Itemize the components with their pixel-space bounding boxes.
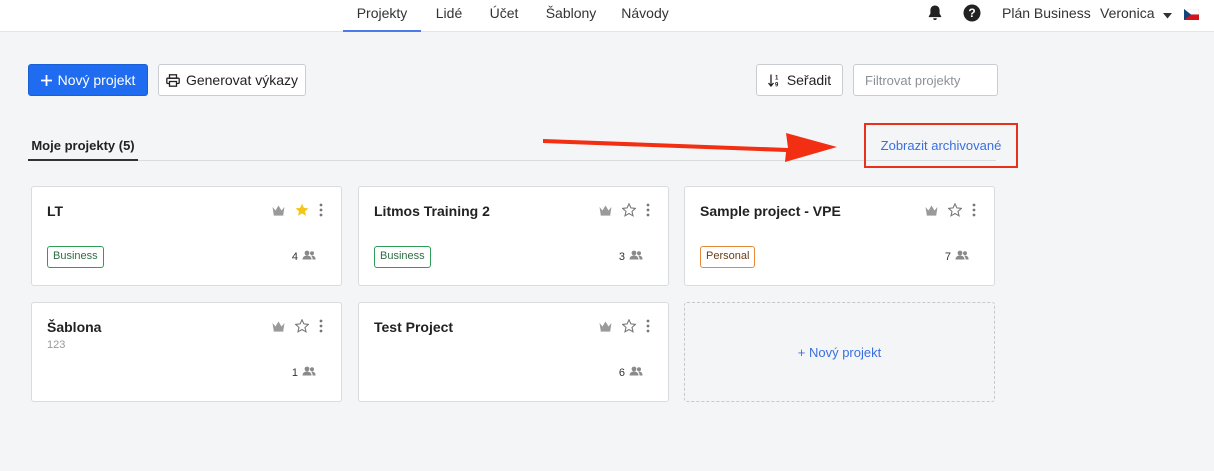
more-vertical-icon[interactable]	[972, 203, 976, 217]
plan-badge: Personal	[700, 246, 756, 268]
people-icon	[955, 250, 969, 263]
generate-reports-button[interactable]: Generovat výkazy	[158, 64, 306, 96]
caret-down-icon	[1163, 1, 1173, 27]
plan-label[interactable]: Plán Business	[1002, 0, 1091, 28]
members-count: 4	[292, 250, 316, 263]
members-count-value: 3	[618, 250, 625, 263]
people-icon	[302, 366, 316, 379]
show-archived-link[interactable]: Zobrazit archivované	[864, 123, 1018, 168]
nav-tab-projekty[interactable]: Projekty	[343, 0, 421, 32]
members-count: 6	[619, 366, 643, 379]
project-subtitle: 123	[47, 339, 66, 351]
tab-my-projects[interactable]: Moje projekty (5)	[28, 136, 138, 161]
sort-icon: 19	[767, 74, 781, 87]
filter-projects-input[interactable]	[853, 64, 998, 96]
help-icon[interactable]: ?	[963, 4, 981, 22]
top-navbar: Projekty Lidé Účet Šablony Návody ? Plán…	[0, 0, 1214, 32]
crown-icon[interactable]	[925, 205, 938, 216]
more-vertical-icon[interactable]	[319, 319, 323, 333]
nav-tab-ucet[interactable]: Účet	[480, 0, 528, 32]
members-count-value: 7	[944, 250, 951, 263]
annotation-arrow-icon	[543, 133, 837, 162]
crown-icon[interactable]	[599, 321, 612, 332]
members-count-value: 1	[291, 366, 298, 379]
members-count-value: 4	[291, 250, 298, 263]
new-project-label: Nový projekt	[57, 72, 136, 88]
plan-badge: Business	[374, 246, 431, 268]
members-count: 1	[292, 366, 316, 379]
new-project-button[interactable]: Nový projekt	[28, 64, 148, 96]
more-vertical-icon[interactable]	[646, 319, 650, 333]
members-count: 7	[945, 250, 969, 263]
bell-icon[interactable]	[926, 4, 944, 22]
crown-icon[interactable]	[272, 205, 285, 216]
project-title: Sample project - VPE	[700, 203, 841, 219]
project-title: LT	[47, 203, 64, 219]
people-icon	[629, 366, 643, 379]
cz-flag-icon[interactable]	[1183, 7, 1200, 20]
project-card-sample-project-vpe[interactable]: Sample project - VPE Personal 7	[684, 186, 995, 286]
svg-text:9: 9	[775, 82, 779, 87]
plan-badge: Business	[47, 246, 104, 268]
members-count-value: 6	[618, 366, 625, 379]
plus-icon	[40, 74, 52, 86]
generate-reports-label: Generovat výkazy	[185, 72, 299, 88]
more-vertical-icon[interactable]	[646, 203, 650, 217]
user-name: Veronica	[1100, 5, 1155, 21]
printer-icon	[166, 73, 180, 87]
sort-button[interactable]: 19 Seřadit	[756, 64, 843, 96]
user-menu[interactable]: Veronica	[1100, 0, 1173, 28]
project-title: Šablona	[47, 319, 102, 335]
svg-text:?: ?	[968, 6, 975, 20]
star-outline-icon[interactable]	[948, 203, 962, 217]
star-filled-icon[interactable]	[295, 203, 309, 217]
star-outline-icon[interactable]	[295, 319, 309, 333]
crown-icon[interactable]	[599, 205, 612, 216]
crown-icon[interactable]	[272, 321, 285, 332]
members-count: 3	[619, 250, 643, 263]
nav-tab-navody[interactable]: Návody	[614, 0, 676, 32]
more-vertical-icon[interactable]	[319, 203, 323, 217]
project-card-litmos-training-2[interactable]: Litmos Training 2 Business 3	[358, 186, 669, 286]
section-divider	[28, 160, 996, 161]
project-card-sablona[interactable]: Šablona 123 1	[31, 302, 342, 402]
star-outline-icon[interactable]	[622, 203, 636, 217]
project-title: Litmos Training 2	[374, 203, 490, 219]
nav-tab-lide[interactable]: Lidé	[428, 0, 470, 32]
people-icon	[302, 250, 316, 263]
project-card-lt[interactable]: LT Business 4	[31, 186, 342, 286]
star-outline-icon[interactable]	[622, 319, 636, 333]
svg-text:1: 1	[775, 75, 779, 81]
sort-label: Seřadit	[786, 72, 832, 88]
nav-tab-sablony[interactable]: Šablony	[538, 0, 604, 32]
project-title: Test Project	[374, 319, 454, 335]
people-icon	[629, 250, 643, 263]
project-card-test-project[interactable]: Test Project 6	[358, 302, 669, 402]
new-project-card[interactable]: + Nový projekt	[684, 302, 995, 402]
